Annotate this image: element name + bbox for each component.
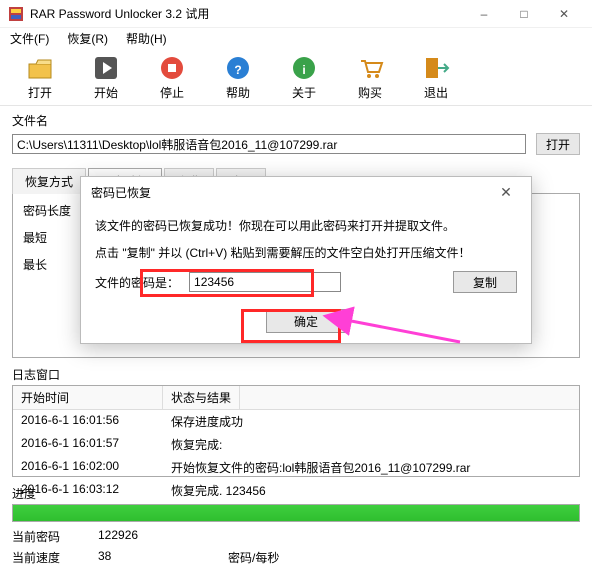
log-box: 开始时间 状态与结果 2016-6-1 16:01:56保存进度成功 2016-…: [12, 385, 580, 477]
minimize-button[interactable]: –: [464, 0, 504, 28]
password-recovered-dialog: 密码已恢复 ✕ 该文件的密码已恢复成功！你现在可以用此密码来打开并提取文件。 点…: [80, 176, 532, 344]
progress-section: 当前密码 122926 当前速度 38 密码/每秒: [12, 504, 580, 566]
maximize-button[interactable]: □: [504, 0, 544, 28]
copy-button[interactable]: 复制: [453, 271, 517, 293]
menu-recover[interactable]: 恢复(R): [63, 30, 112, 46]
stop-icon: [158, 54, 186, 82]
modal-close-button[interactable]: ✕: [491, 184, 521, 201]
svg-text:?: ?: [234, 63, 241, 77]
password-output[interactable]: [189, 272, 341, 292]
modal-success-text: 该文件的密码已恢复成功！你现在可以用此密码来打开并提取文件。: [95, 217, 517, 234]
current-pw-value: 122926: [98, 528, 228, 545]
play-icon: [92, 54, 120, 82]
log-col-time: 开始时间: [13, 386, 163, 409]
start-button[interactable]: 开始: [84, 54, 128, 101]
file-path-input[interactable]: [12, 134, 526, 154]
app-icon: [8, 6, 24, 22]
help-button[interactable]: ? 帮助: [216, 54, 260, 101]
svg-text:i: i: [302, 63, 305, 77]
file-open-button[interactable]: 打开: [536, 133, 580, 155]
progress-bar: [12, 504, 580, 522]
titlebar: RAR Password Unlocker 3.2 试用 – □ ✕: [0, 0, 592, 28]
file-section: 文件名 打开: [0, 106, 592, 161]
filename-label: 文件名: [12, 112, 580, 129]
help-icon: ?: [224, 54, 252, 82]
info-icon: i: [290, 54, 318, 82]
open-button[interactable]: 打开: [18, 54, 62, 101]
toolbar: 打开 开始 停止 ? 帮助 i 关于 购买 退出: [0, 48, 592, 106]
current-pw-label: 当前密码: [12, 528, 98, 545]
speed-unit: 密码/每秒: [228, 549, 279, 566]
menubar: 文件(F) 恢复(R) 帮助(H): [0, 28, 592, 48]
exit-button[interactable]: 退出: [414, 54, 458, 101]
folder-icon: [26, 54, 54, 82]
speed-label: 当前速度: [12, 549, 98, 566]
password-label: 文件的密码是：: [95, 274, 179, 291]
log-row: 2016-6-1 16:01:57恢复完成:: [13, 433, 579, 456]
exit-icon: [422, 54, 450, 82]
about-button[interactable]: i 关于: [282, 54, 326, 101]
ok-button[interactable]: 确定: [266, 309, 346, 333]
close-button[interactable]: ✕: [544, 0, 584, 28]
window-title: RAR Password Unlocker 3.2 试用: [30, 5, 464, 22]
stop-button[interactable]: 停止: [150, 54, 194, 101]
tab-recover-mode[interactable]: 恢复方式: [12, 168, 86, 194]
speed-value: 38: [98, 549, 228, 566]
menu-help[interactable]: 帮助(H): [122, 30, 171, 46]
cart-icon: [356, 54, 384, 82]
log-row: 2016-6-1 16:02:00开始恢复文件的密码:lol韩服语音包2016_…: [13, 456, 579, 479]
menu-file[interactable]: 文件(F): [6, 30, 53, 46]
buy-button[interactable]: 购买: [348, 54, 392, 101]
log-col-status: 状态与结果: [163, 386, 240, 409]
log-row: 2016-6-1 16:01:56保存进度成功: [13, 410, 579, 433]
modal-instruction-text: 点击 "复制" 并以 (Ctrl+V) 粘贴到需要解压的文件空白处打开压缩文件！: [95, 244, 517, 261]
log-header: 日志窗口: [12, 366, 580, 383]
modal-title: 密码已恢复: [91, 184, 491, 201]
